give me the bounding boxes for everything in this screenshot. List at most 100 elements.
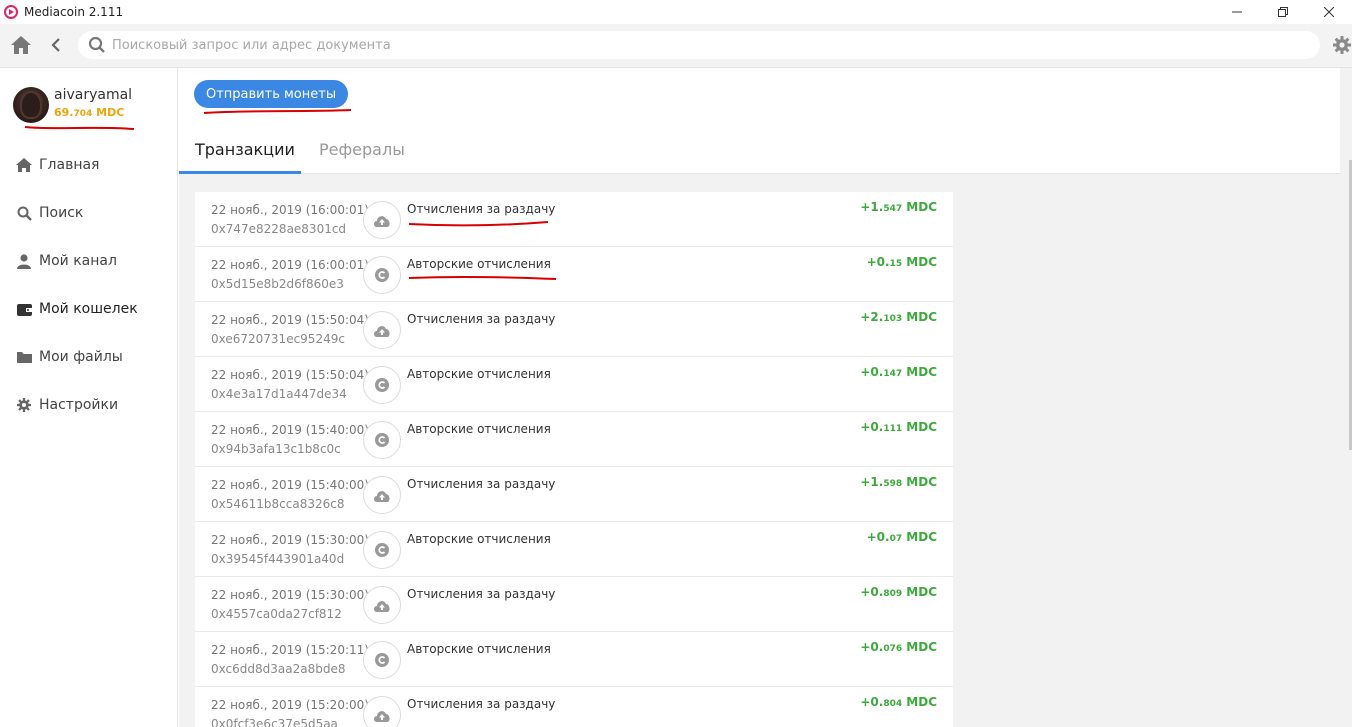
tx-amount: +0.147 MDC <box>860 365 937 379</box>
table-row[interactable]: 22 нояб., 2019 (15:20:00) 0x0fcf3e6c37e5… <box>195 687 953 727</box>
tx-date: 22 нояб., 2019 (15:20:11) <box>211 643 369 657</box>
tx-amount-frac: 804 <box>883 699 903 709</box>
tx-amount-frac: 07 <box>889 534 903 544</box>
minimize-button[interactable] <box>1214 0 1260 24</box>
tx-amount: +1.598 MDC <box>860 475 937 489</box>
tx-amount: +0.111 MDC <box>860 420 937 434</box>
balance-unit: MDC <box>92 106 125 119</box>
tx-type: Отчисления за раздачу <box>407 312 556 326</box>
tx-type: Отчисления за раздачу <box>407 587 556 601</box>
sidebar-item-label: Мой кошелек <box>39 301 138 317</box>
copyright-icon <box>363 531 401 569</box>
tx-hash: 0x5d15e8b2d6f860e3 <box>211 277 344 291</box>
cloud-upload-icon <box>363 476 401 514</box>
tx-date: 22 нояб., 2019 (15:50:04) <box>211 368 369 382</box>
search-icon <box>16 205 32 221</box>
search-icon <box>88 36 106 54</box>
tx-amount-frac: 809 <box>883 589 903 599</box>
sidebar-item-label: Мой канал <box>39 253 117 269</box>
title-bar: Mediacoin 2.111 <box>0 0 1352 24</box>
balance: 69.704 MDC <box>54 106 124 119</box>
sidebar-item-search[interactable]: Поиск <box>0 189 178 237</box>
sidebar-item-my-channel[interactable]: Мой канал <box>0 237 178 285</box>
tab-transactions[interactable]: Транзакции <box>195 140 295 159</box>
tx-amount-unit: MDC <box>902 310 937 324</box>
tx-type: Авторские отчисления <box>407 642 551 656</box>
table-row[interactable]: 22 нояб., 2019 (16:00:01) 0x747e8228ae83… <box>195 192 953 247</box>
sidebar-item-label: Поиск <box>39 205 84 221</box>
sidebar-item-label: Главная <box>39 157 100 173</box>
back-button[interactable] <box>46 34 66 56</box>
search-input[interactable] <box>112 37 1292 53</box>
send-coins-button[interactable]: Отправить монеты <box>194 80 349 108</box>
tx-type: Авторские отчисления <box>407 367 551 381</box>
transaction-list: 22 нояб., 2019 (16:00:01) 0x747e8228ae83… <box>195 192 953 727</box>
tx-amount-unit: MDC <box>902 585 937 599</box>
tx-date: 22 нояб., 2019 (15:40:00) <box>211 423 369 437</box>
chevron-left-icon <box>51 38 60 52</box>
window-title: Mediacoin 2.111 <box>24 5 124 19</box>
tx-amount-int: +1. <box>860 475 884 489</box>
tx-amount-int: +0. <box>860 420 884 434</box>
avatar[interactable] <box>13 87 49 123</box>
tab-referrals[interactable]: Рефералы <box>319 140 405 159</box>
tx-hash: 0x747e8228ae8301cd <box>211 222 347 236</box>
table-row[interactable]: 22 нояб., 2019 (15:40:00) 0x54611b8cca83… <box>195 467 953 522</box>
annotation-underline <box>24 126 135 130</box>
sidebar-item-my-files[interactable]: Мои файлы <box>0 333 178 381</box>
sidebar-item-label: Настройки <box>39 397 119 413</box>
tx-amount-int: +0. <box>860 695 884 709</box>
main-content: Отправить монеты Транзакции Рефералы 22 … <box>179 68 1352 727</box>
tx-hash: 0x39545f443901a40d <box>211 552 345 566</box>
username: aivaryamal <box>54 87 133 103</box>
table-row[interactable]: 22 нояб., 2019 (16:00:01) 0x5d15e8b2d6f8… <box>195 247 953 302</box>
tx-amount-int: +0. <box>866 530 890 544</box>
tx-amount-int: +0. <box>860 365 884 379</box>
sidebar-item-my-wallet[interactable]: Мой кошелек <box>0 285 178 333</box>
copyright-icon <box>363 421 401 459</box>
tx-hash: 0x54611b8cca8326c8 <box>211 497 345 511</box>
search-bar[interactable] <box>78 31 1320 59</box>
tx-type: Авторские отчисления <box>407 257 551 271</box>
tx-date: 22 нояб., 2019 (15:40:00) <box>211 478 369 492</box>
sidebar-item-settings[interactable]: Настройки <box>0 381 178 429</box>
tx-amount-unit: MDC <box>902 200 937 214</box>
tx-amount-frac: 111 <box>883 424 903 434</box>
tx-amount-unit: MDC <box>902 255 937 269</box>
table-row[interactable]: 22 нояб., 2019 (15:20:11) 0xc6dd8d3aa2a8… <box>195 632 953 687</box>
tx-amount-frac: 103 <box>883 314 903 324</box>
tx-hash: 0x94b3afa13c1b8c0c <box>211 442 341 456</box>
gear-icon <box>16 397 32 413</box>
settings-button[interactable] <box>1332 35 1352 55</box>
tx-type: Отчисления за раздачу <box>407 202 556 216</box>
sidebar: aivaryamal 69.704 MDC Главная Поиск Мой … <box>0 68 178 727</box>
sidebar-item-label: Мои файлы <box>39 349 123 365</box>
tx-amount: +0.076 MDC <box>860 640 937 654</box>
table-row[interactable]: 22 нояб., 2019 (15:50:04) 0x4e3a17d1a447… <box>195 357 953 412</box>
folder-icon <box>16 349 32 365</box>
tx-amount: +2.103 MDC <box>860 310 937 324</box>
tx-amount-unit: MDC <box>902 475 937 489</box>
tx-amount-unit: MDC <box>902 420 937 434</box>
sidebar-nav: Главная Поиск Мой канал Мой кошелек Мои … <box>0 141 178 429</box>
table-row[interactable]: 22 нояб., 2019 (15:40:00) 0x94b3afa13c1b… <box>195 412 953 467</box>
home-icon <box>11 36 31 54</box>
sidebar-item-home[interactable]: Главная <box>0 141 178 189</box>
table-row[interactable]: 22 нояб., 2019 (15:50:04) 0xe6720731ec95… <box>195 302 953 357</box>
gear-icon <box>1333 36 1351 54</box>
table-row[interactable]: 22 нояб., 2019 (15:30:00) 0x39545f443901… <box>195 522 953 577</box>
tx-amount: +0.809 MDC <box>860 585 937 599</box>
table-row[interactable]: 22 нояб., 2019 (15:30:00) 0x4557ca0da27c… <box>195 577 953 632</box>
tx-amount: +0.07 MDC <box>867 530 937 544</box>
restore-button[interactable] <box>1260 0 1306 24</box>
tx-amount-unit: MDC <box>902 530 937 544</box>
tx-amount-frac: 15 <box>889 259 903 269</box>
close-button[interactable] <box>1306 0 1352 24</box>
annotation-underline <box>408 221 549 227</box>
toolbar <box>0 24 1352 68</box>
tx-hash: 0xc6dd8d3aa2a8bde8 <box>211 662 346 676</box>
minimize-icon <box>1232 11 1242 13</box>
home-icon <box>16 157 32 173</box>
annotation-underline <box>203 109 352 114</box>
home-button[interactable] <box>9 34 33 56</box>
